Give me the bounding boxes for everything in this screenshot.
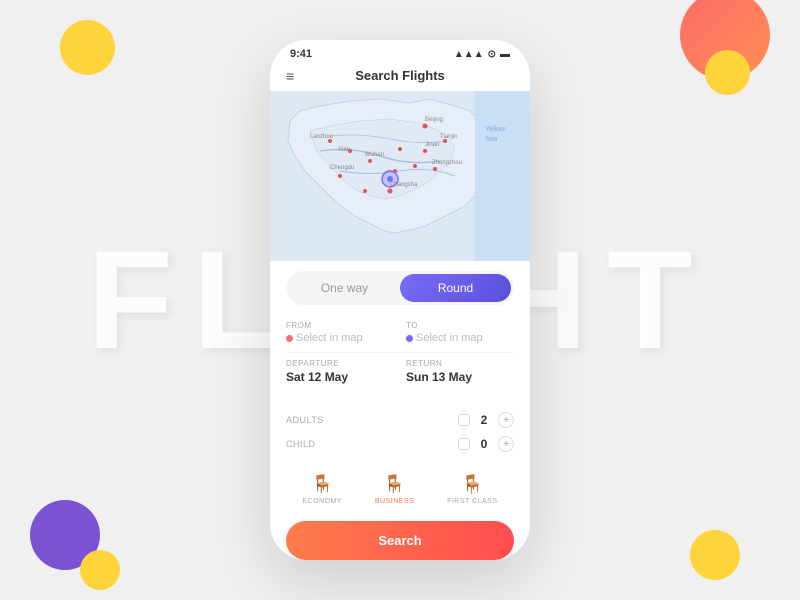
class-row: 🪑 ECONOMY 🪑 BUSINESS 🪑 FIRST CLASS (286, 474, 514, 505)
first-seat-icon: 🪑 (461, 474, 483, 495)
economy-seat-icon: 🪑 (311, 474, 333, 495)
to-label: TO (406, 321, 514, 330)
trip-type-toggle: One way Round (286, 271, 514, 305)
svg-text:Changsha: Changsha (390, 182, 418, 188)
child-checkbox[interactable] (458, 438, 470, 450)
wifi-icon: ⊙ (488, 49, 496, 60)
svg-text:Tianjin: Tianjin (440, 134, 457, 140)
child-row: CHILD 0 + (286, 432, 514, 456)
economy-class-item[interactable]: 🪑 ECONOMY (302, 474, 342, 505)
return-field[interactable]: RETURN Sun 13 May (406, 359, 514, 384)
first-class-item[interactable]: 🪑 FIRST CLASS (447, 474, 498, 505)
map-area[interactable]: Yellow Sea Beijing Tianjin Zhengzhou Lan… (270, 91, 530, 261)
adults-label: ADULTS (286, 415, 324, 425)
economy-label: ECONOMY (302, 498, 342, 505)
first-class-label: FIRST CLASS (447, 498, 498, 505)
from-field[interactable]: FROM Select in map (286, 321, 394, 344)
to-dot-icon (406, 335, 413, 342)
origin-destination-section: FROM Select in map TO Select in map DEPA… (270, 315, 530, 398)
map-svg: Yellow Sea Beijing Tianjin Zhengzhou Lan… (270, 91, 530, 261)
status-bar: 9:41 ▲▲▲ ⊙ ▬ (270, 40, 530, 64)
signal-icon: ▲▲▲ (454, 49, 484, 60)
svg-text:Beijing: Beijing (425, 117, 443, 123)
deco-circle-yellow-bl (80, 550, 120, 590)
deco-circle-purple-bl (30, 500, 100, 570)
from-dot-icon (286, 335, 293, 342)
departure-field[interactable]: DEPARTURE Sat 12 May (286, 359, 394, 384)
battery-icon: ▬ (500, 49, 510, 60)
child-increment-button[interactable]: + (498, 436, 514, 452)
divider-1 (286, 352, 514, 353)
departure-value: Sat 12 May (286, 370, 394, 384)
return-value: Sun 13 May (406, 370, 514, 384)
business-seat-icon: 🪑 (383, 474, 405, 495)
from-to-row: FROM Select in map TO Select in map (286, 321, 514, 344)
one-way-button[interactable]: One way (289, 274, 400, 302)
svg-text:Chengdu: Chengdu (330, 165, 354, 171)
svg-text:Lanzhou: Lanzhou (310, 134, 333, 140)
business-label: BUSINESS (375, 498, 414, 505)
svg-text:Wuhan: Wuhan (365, 152, 384, 158)
child-controls: 0 + (458, 436, 514, 452)
deco-circle-gradient-tr (680, 0, 770, 80)
round-trip-button[interactable]: Round (400, 274, 511, 302)
departure-label: DEPARTURE (286, 359, 394, 368)
child-count: 0 (476, 437, 492, 451)
adults-row: ADULTS 2 + (286, 408, 514, 432)
search-button[interactable]: Search (286, 521, 514, 560)
from-placeholder-text: Select in map (296, 332, 363, 344)
deco-circle-yellow-br (690, 530, 740, 580)
from-value: Select in map (286, 332, 394, 344)
passengers-section: ADULTS 2 + CHILD 0 + (270, 402, 530, 462)
svg-text:Sea: Sea (485, 136, 498, 143)
adults-checkbox[interactable] (458, 414, 470, 426)
phone-mockup: 9:41 ▲▲▲ ⊙ ▬ ≡ Search Flights (270, 40, 530, 560)
menu-icon[interactable]: ≡ (286, 68, 294, 84)
svg-text:Yellow: Yellow (485, 126, 506, 133)
status-time: 9:41 (290, 48, 312, 60)
page-title: Search Flights (355, 68, 445, 83)
to-field[interactable]: TO Select in map (406, 321, 514, 344)
dates-row: DEPARTURE Sat 12 May RETURN Sun 13 May (286, 359, 514, 384)
deco-circle-yellow-tr (705, 50, 750, 95)
child-label: CHILD (286, 439, 316, 449)
adults-controls: 2 + (458, 412, 514, 428)
svg-text:Xian: Xian (338, 147, 350, 153)
phone-header: ≡ Search Flights (270, 64, 530, 91)
business-class-item[interactable]: 🪑 BUSINESS (375, 474, 414, 505)
to-value: Select in map (406, 332, 514, 344)
return-label: RETURN (406, 359, 514, 368)
svg-text:Zhengzhou: Zhengzhou (432, 160, 462, 166)
adults-count: 2 (476, 413, 492, 427)
class-section: 🪑 ECONOMY 🪑 BUSINESS 🪑 FIRST CLASS (270, 466, 530, 511)
from-label: FROM (286, 321, 394, 330)
deco-circle-yellow-tl (60, 20, 115, 75)
adults-increment-button[interactable]: + (498, 412, 514, 428)
status-icons: ▲▲▲ ⊙ ▬ (454, 49, 510, 60)
to-placeholder-text: Select in map (416, 332, 483, 344)
svg-text:Jinan: Jinan (425, 142, 439, 148)
